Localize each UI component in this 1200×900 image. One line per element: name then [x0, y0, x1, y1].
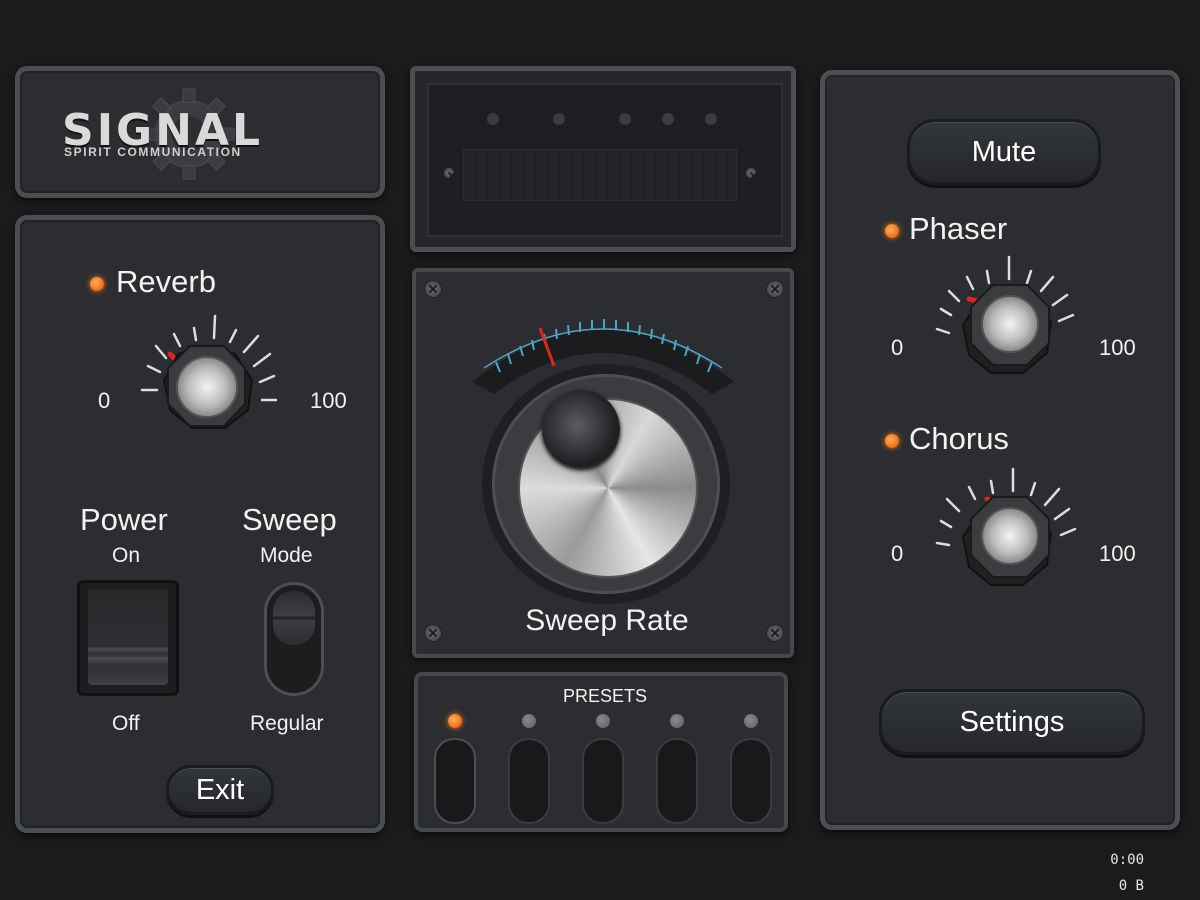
phaser-knob-cap — [981, 295, 1039, 353]
reverb-max-label: 100 — [310, 388, 347, 413]
status-time: 0:00 — [1110, 852, 1144, 868]
display-led-2 — [553, 113, 565, 125]
settings-button[interactable]: Settings — [879, 689, 1145, 755]
reverb-knob-cap — [176, 356, 238, 418]
preset-2-led — [522, 714, 536, 728]
chorus-led — [885, 434, 899, 448]
phaser-led — [885, 224, 899, 238]
sweep-rate-panel: Sweep Rate — [412, 268, 794, 658]
phaser-knob[interactable] — [929, 255, 1079, 395]
phaser-label: Phaser — [909, 211, 1008, 246]
logo-subtitle: SPIRIT COMMUNICATION — [64, 145, 242, 159]
chorus-knob[interactable] — [929, 465, 1079, 605]
sweep-rate-knob[interactable] — [482, 364, 730, 604]
chorus-knob-cap — [981, 507, 1039, 565]
sweep-rate-label: Sweep Rate — [525, 604, 689, 637]
presets-panel: PRESETS — [414, 672, 788, 832]
display-led-5 — [705, 113, 717, 125]
preset-5-led — [744, 714, 758, 728]
left-control-panel: Reverb 0 100 Power On Off Sweep Mode Reg… — [15, 215, 385, 833]
display-led-1 — [487, 113, 499, 125]
reverb-knob[interactable] — [130, 310, 280, 450]
power-state-label: On — [112, 544, 141, 567]
display-screw-left-icon — [443, 167, 455, 179]
right-control-panel: Mute Phaser 0 100 Chorus 0 100 Settings — [820, 70, 1180, 830]
power-off-label: Off — [112, 712, 140, 735]
preset-1-button[interactable] — [434, 738, 476, 824]
preset-3-led — [596, 714, 610, 728]
presets-label: PRESETS — [562, 686, 648, 706]
preset-4-led — [670, 714, 684, 728]
display-panel — [410, 66, 796, 252]
chorus-max-label: 100 — [1099, 541, 1136, 566]
preset-2-button[interactable] — [508, 738, 550, 824]
display-led-3 — [619, 113, 631, 125]
chorus-label: Chorus — [909, 421, 1009, 456]
reverb-label: Reverb — [116, 264, 216, 299]
sweep-title: Sweep — [242, 502, 337, 537]
chorus-min-label: 0 — [891, 541, 904, 566]
status-bytes: 0 B — [1118, 878, 1144, 894]
sweep-rate-knob-dimple — [542, 390, 620, 468]
display-screen — [463, 149, 737, 201]
phaser-min-label: 0 — [891, 335, 904, 360]
exit-button[interactable]: Exit — [166, 765, 274, 815]
preset-5-button[interactable] — [730, 738, 772, 824]
display-screw-right-icon — [745, 167, 757, 179]
reverb-min-label: 0 — [98, 388, 111, 413]
power-title: Power — [80, 502, 168, 537]
reverb-led — [90, 277, 104, 291]
mute-button[interactable]: Mute — [907, 119, 1101, 185]
power-switch[interactable] — [77, 580, 179, 696]
display-led-4 — [662, 113, 674, 125]
power-switch-rocker — [88, 589, 168, 685]
phaser-max-label: 100 — [1099, 335, 1136, 360]
sweep-subtitle: Mode — [260, 544, 313, 567]
sweep-mode-label: Regular — [250, 712, 324, 735]
logo-panel: SIGNAL SPIRIT COMMUNICATION — [15, 66, 385, 198]
preset-1-led — [448, 714, 462, 728]
preset-4-button[interactable] — [656, 738, 698, 824]
preset-3-button[interactable] — [582, 738, 624, 824]
sweep-toggle-lever — [273, 591, 315, 645]
sweep-mode-toggle[interactable] — [264, 582, 324, 696]
